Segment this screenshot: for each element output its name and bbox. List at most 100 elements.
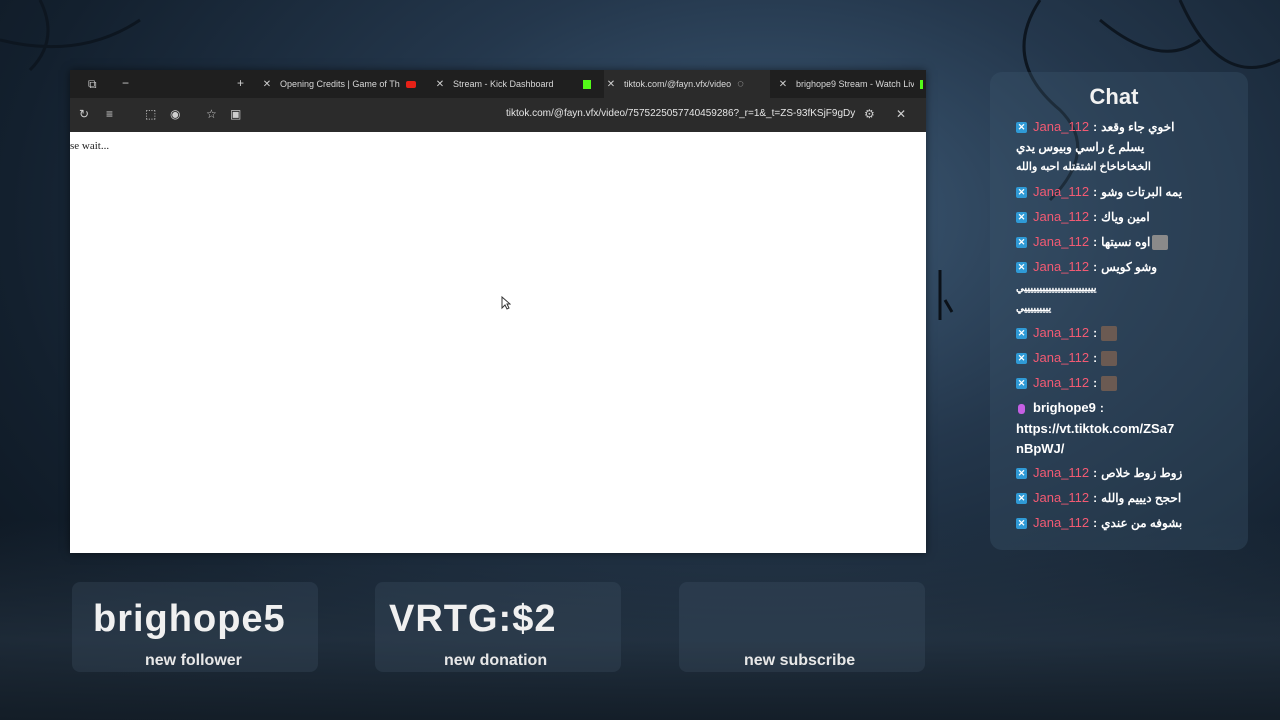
- profile-icon[interactable]: ◉: [170, 108, 180, 120]
- tab-bar: ⧉ − + ✕ Opening Credits | Game of Thro ✕…: [70, 70, 926, 98]
- microphone-icon: [1018, 403, 1025, 414]
- tab-youtube[interactable]: ✕ Opening Credits | Game of Thro: [260, 70, 420, 98]
- chat-text: امين وياك: [1101, 210, 1150, 224]
- new-subscribe-label: new subscribe: [744, 652, 856, 669]
- chat-colon: :: [1093, 210, 1098, 224]
- restore-icon[interactable]: ⧉: [88, 78, 97, 90]
- kick-badge-icon: ✕: [1016, 468, 1027, 480]
- chat-colon: :: [1093, 235, 1098, 249]
- chat-colon: :: [1093, 326, 1098, 340]
- chat-message: ✕ Jana_112: احجح ديييم والله: [1016, 488, 1196, 508]
- tab-label: tiktok.com/@fayn.vfx/video: [624, 79, 732, 89]
- loading-icon: ◌: [737, 78, 744, 90]
- loading-text: se wait...: [70, 140, 110, 152]
- chat-colon: :: [1093, 260, 1098, 274]
- site-settings-icon[interactable]: ⚙: [864, 108, 875, 120]
- chat-message: ✕ Jana_112:: [1016, 373, 1196, 393]
- chat-text: اوه نسيتها: [1101, 235, 1151, 249]
- chat-username: brighope9: [1033, 400, 1096, 415]
- browser-toolbar: ↻ ≡ ⬚ ◉ ☆ ▣ tiktok.com/@fayn.vfx/video/7…: [70, 98, 926, 132]
- emote-icon: [1152, 235, 1169, 251]
- chat-message: ✕ Jana_112: بشوفه من عندي: [1016, 513, 1196, 533]
- kick-badge-icon: ✕: [1016, 122, 1027, 134]
- chat-message-continuation: الخخاخاخاخ اشتقتله احبه والله: [1016, 161, 1151, 173]
- bookmark-star-icon[interactable]: ☆: [206, 108, 217, 120]
- chat-message: ✕ Jana_112:: [1016, 348, 1196, 368]
- kick-badge-icon: ✕: [1016, 353, 1027, 365]
- tab-label: Stream - Kick Dashboard: [453, 79, 554, 89]
- tab-label: Opening Credits | Game of Thro: [280, 79, 400, 89]
- chat-message: ✕ Jana_112: يمه البرتات وشو: [1016, 182, 1196, 202]
- kick-badge-icon: ✕: [1016, 518, 1027, 530]
- extensions-icon[interactable]: ⬚: [145, 108, 156, 120]
- kick-badge-icon: ✕: [1016, 237, 1027, 249]
- latest-follower-name: brighope5: [93, 598, 286, 640]
- kick-badge-icon: ✕: [1016, 262, 1027, 274]
- emote-icon: [1101, 376, 1118, 392]
- minimize-icon[interactable]: −: [122, 77, 129, 89]
- close-icon[interactable]: ✕: [896, 108, 906, 120]
- chat-username: Jana_112: [1033, 119, 1090, 134]
- reload-icon[interactable]: ↻: [79, 108, 89, 120]
- address-bar[interactable]: tiktok.com/@fayn.vfx/video/7575225057740…: [506, 108, 855, 119]
- chat-username: Jana_112: [1033, 325, 1090, 340]
- chat-message: ✕ Jana_112: وشو كويس: [1016, 257, 1196, 277]
- mouse-cursor-icon: [501, 296, 511, 310]
- chat-message-continuation: يييييييييي: [1016, 303, 1052, 314]
- chat-text: احجح ديييم والله: [1101, 491, 1182, 505]
- chat-colon: :: [1093, 185, 1098, 199]
- page-content: se wait...: [70, 132, 926, 553]
- media-control-icon[interactable]: ≡: [106, 108, 113, 120]
- emote-icon: [1101, 351, 1118, 367]
- chat-username: Jana_112: [1033, 515, 1090, 530]
- new-donation-label: new donation: [444, 652, 548, 669]
- chat-text: بشوفه من عندي: [1101, 516, 1183, 530]
- chat-username: Jana_112: [1033, 350, 1090, 365]
- chat-colon: :: [1093, 491, 1098, 505]
- kick-icon: [583, 79, 591, 89]
- chat-link[interactable]: https://vt.tiktok.com/ZSa7: [1016, 419, 1196, 439]
- chat-title: Chat: [1089, 84, 1139, 109]
- chat-message-continuation: ييييييييييييييييييييييييي: [1016, 283, 1097, 294]
- chat-message: ✕ Jana_112:: [1016, 323, 1196, 343]
- chat-text: زوط زوط خلاص: [1101, 466, 1183, 480]
- chat-username: Jana_112: [1033, 375, 1090, 390]
- chat-colon: :: [1099, 401, 1104, 415]
- close-tab-icon[interactable]: ✕: [604, 79, 618, 90]
- chat-link[interactable]: nBpWJ/: [1016, 439, 1196, 459]
- chat-colon: :: [1093, 376, 1098, 390]
- tab-label: brighope9 Stream - Watch Live: [796, 79, 914, 89]
- tab-brighope9-stream[interactable]: ✕ brighope9 Stream - Watch Live: [776, 70, 926, 98]
- chat-message: brighope9:: [1016, 398, 1196, 418]
- chat-colon: :: [1093, 516, 1098, 530]
- emote-icon: [1101, 326, 1118, 342]
- chat-colon: :: [1093, 466, 1098, 480]
- chat-username: Jana_112: [1033, 234, 1090, 249]
- translate-icon[interactable]: ▣: [230, 108, 241, 120]
- youtube-icon: [406, 80, 416, 88]
- chat-username: Jana_112: [1033, 465, 1090, 480]
- kick-badge-icon: ✕: [1016, 378, 1027, 390]
- chat-message: ✕ Jana_112: امين وياك: [1016, 207, 1196, 227]
- kick-icon: [920, 79, 923, 89]
- chat-message: ✕ Jana_112: زوط زوط خلاص: [1016, 463, 1196, 483]
- chat-message: ✕ Jana_112: اوه نسيتها: [1016, 232, 1196, 252]
- close-tab-icon[interactable]: ✕: [260, 79, 274, 90]
- tab-kick-dashboard[interactable]: ✕ Stream - Kick Dashboard: [433, 70, 593, 98]
- chat-text: وشو كويس: [1101, 260, 1158, 274]
- close-tab-icon[interactable]: ✕: [776, 79, 790, 90]
- kick-badge-icon: ✕: [1016, 212, 1027, 224]
- chat-username: Jana_112: [1033, 259, 1090, 274]
- chat-username: Jana_112: [1033, 209, 1090, 224]
- kick-badge-icon: ✕: [1016, 187, 1027, 199]
- latest-donation-value: VRTG:$2: [389, 598, 557, 640]
- chat-username: Jana_112: [1033, 490, 1090, 505]
- chat-message-continuation: يسلم ع راسي وبيوس يدي: [1016, 140, 1145, 154]
- chat-colon: :: [1093, 351, 1098, 365]
- chat-text: يمه البرتات وشو: [1101, 185, 1183, 199]
- chat-text: اخوي جاء وقعد: [1101, 120, 1175, 134]
- kick-badge-icon: ✕: [1016, 328, 1027, 340]
- tab-tiktok[interactable]: ✕ tiktok.com/@fayn.vfx/video ◌: [604, 70, 770, 98]
- close-tab-icon[interactable]: ✕: [433, 79, 447, 90]
- new-tab-icon[interactable]: +: [237, 77, 244, 89]
